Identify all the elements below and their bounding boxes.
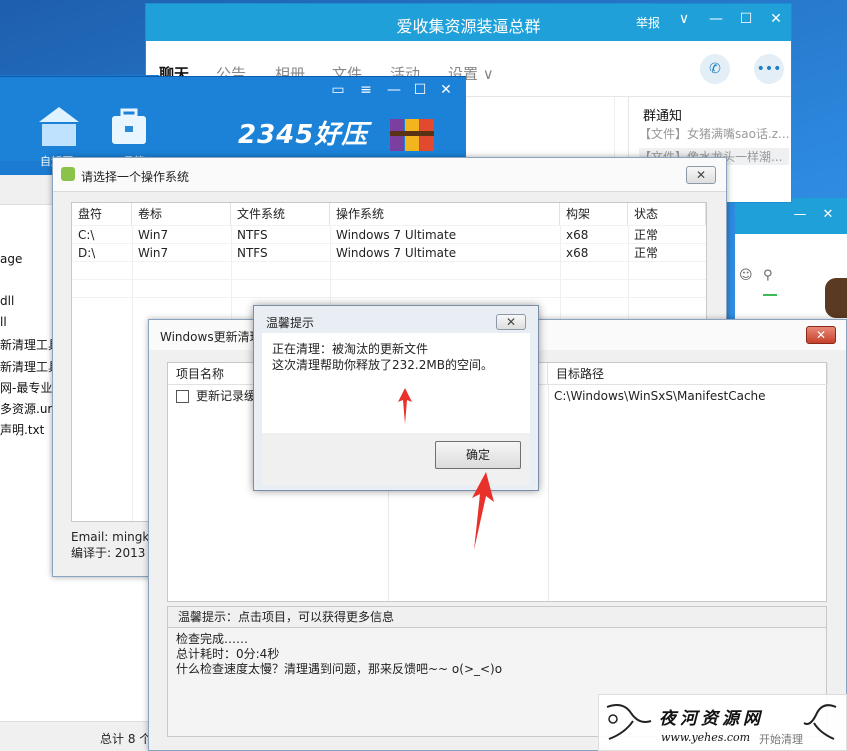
log-line: 总计耗时：0分:4秒: [176, 647, 280, 661]
app-icon: [61, 167, 75, 181]
red-arrow-annotation: [472, 472, 494, 550]
archive-books-icon: [390, 119, 434, 151]
file-item[interactable]: dll: [0, 294, 14, 308]
chevron-down-icon[interactable]: ∨: [674, 11, 694, 27]
cell-arch: x68: [566, 246, 589, 260]
close-icon[interactable]: ✕: [819, 207, 837, 222]
footer-compiled: 编译于: 2013: [71, 546, 146, 560]
item-checkbox[interactable]: [176, 390, 189, 403]
os-dialog-title: 请选择一个操作系统: [81, 170, 190, 184]
wu-title: Windows更新清理: [160, 330, 262, 344]
file-item[interactable]: 多资源.url: [0, 400, 56, 417]
os-dialog-titlebar: 请选择一个操作系统 ✕: [53, 158, 726, 192]
cell-drive: D:\: [78, 246, 96, 260]
column-header[interactable]: 目标路径: [548, 363, 828, 385]
msg-line: 这次清理帮助你释放了232.2MB的空间。: [272, 358, 493, 372]
start-cleanup-label[interactable]: 开始清理: [759, 731, 803, 747]
footer-email: Email: mingku: [71, 530, 157, 544]
log-line: 检查完成……: [176, 632, 249, 646]
close-icon[interactable]: ✕: [766, 11, 786, 27]
file-item[interactable]: 新清理工具: [0, 336, 60, 353]
column-header[interactable]: 操作系统: [330, 203, 560, 225]
minimize-icon[interactable]: —: [706, 11, 726, 27]
group-notice-title: 群通知: [643, 109, 683, 124]
close-button[interactable]: ✕: [496, 314, 526, 330]
watermark: 夜河资源网 www.yehes.com 开始清理: [598, 694, 847, 751]
cell-status: 正常: [634, 228, 659, 242]
maximize-icon[interactable]: ☐: [410, 82, 430, 98]
cell-label: Win7: [138, 246, 169, 260]
ornament-icon: [606, 704, 652, 740]
column-header[interactable]: 构架: [560, 203, 628, 225]
ok-button[interactable]: 确定: [435, 441, 521, 469]
minimize-icon[interactable]: —: [791, 207, 809, 222]
qq-titlebar: 爱收集资源装逼总群 举报 ∨ — ☐ ✕: [146, 4, 791, 41]
cell-os: Windows 7 Ultimate: [336, 246, 457, 260]
file-item[interactable]: age: [0, 252, 22, 266]
cell-filesystem: NTFS: [237, 228, 268, 242]
menu-icon[interactable]: ≡: [356, 82, 376, 98]
haozip-logo: 2345好压: [238, 120, 369, 150]
cell-filesystem: NTFS: [237, 246, 268, 260]
msg-title: 温馨提示: [266, 316, 315, 330]
column-header[interactable]: 盘符: [72, 203, 132, 225]
self-extract-icon[interactable]: [34, 102, 84, 152]
tab-indicator: [763, 294, 777, 296]
more-icon[interactable]: •••: [754, 54, 784, 84]
cell-status: 正常: [634, 246, 659, 260]
phone-icon[interactable]: ✆: [700, 54, 730, 84]
haozip-window: ▭ ≡ — ☐ ✕ 自解压 工具箱 2345好压: [0, 76, 466, 168]
qq-group-title: 爱收集资源装逼总群: [396, 17, 541, 36]
file-item[interactable]: 新清理工具: [0, 358, 60, 375]
close-icon[interactable]: ✕: [436, 82, 456, 98]
file-item[interactable]: 网-最专业: [0, 379, 52, 396]
minimize-icon[interactable]: —: [384, 82, 404, 98]
item-path: C:\Windows\WinSxS\ManifestCache: [554, 389, 766, 403]
info-header: 温馨提示：点击项目，可以获得更多信息: [167, 606, 827, 628]
red-arrow-annotation: [398, 388, 412, 424]
close-button[interactable]: ✕: [806, 326, 836, 344]
log-line: 什么检查速度太慢？清理遇到问题，那来反馈吧~~ o(>_<)o: [176, 662, 503, 676]
emoji-icon[interactable]: ☺: [739, 268, 753, 283]
search-icon[interactable]: ⚲: [763, 268, 773, 283]
file-item[interactable]: 声明.txt: [0, 421, 44, 438]
notice-item[interactable]: 【文件】女猪满嘴sao话.z...: [639, 125, 789, 142]
ornament-icon: [803, 704, 837, 740]
cell-arch: x68: [566, 228, 589, 242]
avatar: [825, 278, 847, 318]
report-link[interactable]: 举报: [636, 14, 660, 31]
file-item[interactable]: ll: [0, 315, 7, 329]
column-header[interactable]: 卷标: [132, 203, 231, 225]
watermark-url: www.yehes.com: [661, 731, 751, 744]
close-button[interactable]: ✕: [686, 166, 716, 184]
column-header[interactable]: 文件系统: [231, 203, 330, 225]
column-header[interactable]: 状态: [628, 203, 706, 225]
chat-icon[interactable]: ▭: [328, 82, 348, 98]
toolbox-icon[interactable]: [104, 102, 154, 152]
cell-label: Win7: [138, 228, 169, 242]
watermark-title: 夜河资源网: [659, 709, 764, 729]
msg-line: 正在清理：被淘汰的更新文件: [272, 342, 429, 356]
item-count: 总计 8 个: [100, 732, 152, 746]
cell-os: Windows 7 Ultimate: [336, 228, 457, 242]
maximize-icon[interactable]: ☐: [736, 11, 756, 27]
explorer-status-bar: 总计 8 个: [0, 721, 160, 751]
cell-drive: C:\: [78, 228, 95, 242]
